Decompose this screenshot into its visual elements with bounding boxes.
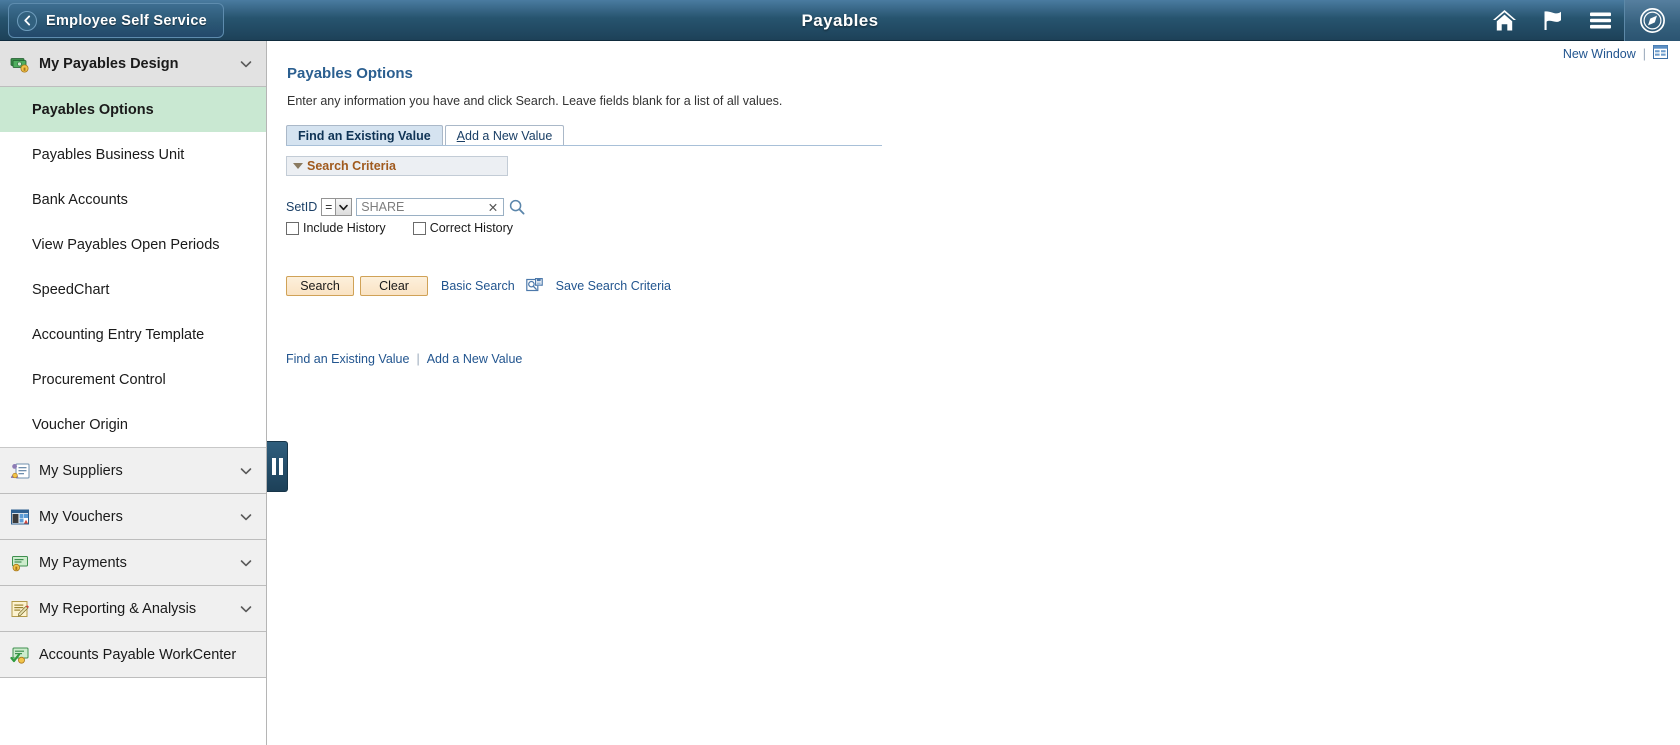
sidebar-item-label: Accounting Entry Template <box>32 326 205 343</box>
sidebar-item-speedchart[interactable]: SpeedChart <box>0 267 266 312</box>
setid-search-field-row: SetID = ✕ <box>286 198 525 216</box>
bottom-link-row: Find an Existing Value | Add a New Value <box>286 352 522 366</box>
setid-input-wrapper: ✕ <box>356 198 505 216</box>
chevron-down-icon <box>238 601 254 617</box>
setid-operator-value: = <box>321 198 336 216</box>
sidebar-item-label: Procurement Control <box>32 371 166 388</box>
sidebar-item-procurement-control[interactable]: Procurement Control <box>0 357 266 402</box>
app-header: Employee Self Service Payables <box>0 0 1680 41</box>
setid-label: SetID <box>286 200 318 214</box>
save-search-icon[interactable] <box>525 277 543 295</box>
sidebar-group-my-payments[interactable]: My Payments <box>0 540 266 586</box>
correct-history-checkbox-item[interactable]: Correct History <box>412 221 514 235</box>
chevron-down-icon <box>238 509 254 525</box>
sidebar-group-my-suppliers[interactable]: My Suppliers <box>0 448 266 494</box>
payment-check-icon <box>10 553 30 573</box>
sidebar-group-accounts-payable-workcenter[interactable]: Accounts Payable WorkCenter <box>0 632 266 678</box>
back-button-label: Employee Self Service <box>46 12 208 29</box>
bottom-link-find-an-existing-value[interactable]: Find an Existing Value <box>286 352 409 366</box>
tab-label: dd a New Value <box>465 128 553 143</box>
money-stack-icon <box>10 54 30 74</box>
include-history-label: Include History <box>303 221 386 235</box>
actions-menu-icon[interactable] <box>1576 0 1624 41</box>
new-window-bar: New Window | <box>1563 45 1668 62</box>
sidebar-group-my-reporting-analysis[interactable]: My Reporting & Analysis <box>0 586 266 632</box>
tab-add-a-new-value[interactable]: Add a New Value <box>444 125 565 145</box>
report-pencil-icon <box>10 599 30 619</box>
setid-operator-dropdown[interactable] <box>335 198 353 216</box>
sidebar-group-my-vouchers[interactable]: My Vouchers <box>0 494 266 540</box>
basic-search-link[interactable]: Basic Search <box>441 279 515 293</box>
sidebar-collapse-handle[interactable] <box>267 441 288 492</box>
tab-find-an-existing-value[interactable]: Find an Existing Value <box>286 125 443 145</box>
save-search-criteria-link[interactable]: Save Search Criteria <box>556 279 671 293</box>
sidebar-item-view-payables-open-periods[interactable]: View Payables Open Periods <box>0 222 266 267</box>
setid-input[interactable] <box>357 199 484 215</box>
main-content-area: New Window | Payables Options Enter any … <box>268 41 1680 745</box>
bottom-link-separator: | <box>416 352 420 366</box>
search-criteria-label: Search Criteria <box>307 159 396 173</box>
sidebar-group-label: My Vouchers <box>39 508 123 525</box>
workcenter-icon <box>10 645 30 665</box>
sidebar-item-label: SpeedChart <box>32 281 110 298</box>
include-history-checkbox[interactable] <box>286 221 299 235</box>
chevron-down-icon <box>238 463 254 479</box>
handle-bar-left <box>271 458 276 475</box>
search-mode-tabs: Find an Existing Value Add a New Value <box>286 125 882 146</box>
grid-personalize-icon[interactable] <box>1653 45 1668 62</box>
magnifier-lookup-icon[interactable] <box>509 199 525 215</box>
new-window-link[interactable]: New Window <box>1563 47 1636 61</box>
sidebar-group-label: My Payments <box>39 554 127 571</box>
sidebar-group-label: My Payables Design <box>39 55 179 72</box>
back-to-employee-self-service-button[interactable]: Employee Self Service <box>8 3 225 38</box>
supplier-card-icon <box>10 461 30 481</box>
search-button[interactable]: Search <box>286 276 354 296</box>
sidebar-item-payables-business-unit[interactable]: Payables Business Unit <box>0 132 266 177</box>
search-action-row: Search Clear Basic Search Save Search Cr… <box>286 276 671 296</box>
sidebar-item-accounting-entry-template[interactable]: Accounting Entry Template <box>0 312 266 357</box>
include-history-checkbox-item[interactable]: Include History <box>286 221 386 235</box>
handle-bar-right <box>278 458 283 475</box>
home-icon[interactable] <box>1480 0 1528 41</box>
chevron-down-icon <box>238 555 254 571</box>
sidebar-item-bank-accounts[interactable]: Bank Accounts <box>0 177 266 222</box>
left-navigation-sidebar: My Payables Design Payables Options Paya… <box>0 41 267 745</box>
voucher-grid-icon <box>10 507 30 527</box>
sidebar-item-label: Payables Options <box>32 101 154 118</box>
sidebar-item-label: Payables Business Unit <box>32 146 185 163</box>
correct-history-label: Correct History <box>429 221 514 235</box>
sidebar-group-label: My Reporting & Analysis <box>39 600 197 617</box>
sidebar-item-payables-options[interactable]: Payables Options <box>0 87 266 132</box>
flag-icon[interactable] <box>1528 0 1576 41</box>
header-icon-group <box>1480 0 1680 41</box>
bottom-link-add-a-new-value[interactable]: Add a New Value <box>427 352 523 366</box>
page-title: Payables Options <box>287 65 413 82</box>
search-instructions: Enter any information you have and click… <box>287 94 783 108</box>
search-criteria-section-header[interactable]: Search Criteria <box>286 156 508 176</box>
sidebar-group-label: Accounts Payable WorkCenter <box>39 646 237 663</box>
correct-history-checkbox[interactable] <box>412 221 426 235</box>
chevron-down-icon <box>238 56 254 72</box>
chevron-left-icon <box>17 10 37 31</box>
navbar-compass-icon[interactable] <box>1624 0 1680 41</box>
sidebar-item-voucher-origin[interactable]: Voucher Origin <box>0 402 266 447</box>
sidebar-item-label: View Payables Open Periods <box>32 236 220 253</box>
sidebar-item-label: Voucher Origin <box>32 416 128 433</box>
header-title-text: Payables <box>801 10 879 30</box>
page-header-title: Payables <box>0 0 1680 41</box>
tab-label: Find an Existing Value <box>298 128 431 143</box>
tab-access-key: A <box>456 128 466 143</box>
triangle-down-icon <box>293 163 303 169</box>
sidebar-group-label: My Suppliers <box>39 462 123 479</box>
link-separator: | <box>1642 46 1646 61</box>
clear-x-icon[interactable]: ✕ <box>488 200 498 216</box>
sidebar-item-label: Bank Accounts <box>32 191 128 208</box>
clear-button[interactable]: Clear <box>360 276 428 296</box>
sidebar-group-my-payables-design[interactable]: My Payables Design <box>0 41 266 87</box>
history-checkbox-row: Include History Correct History <box>286 221 513 235</box>
